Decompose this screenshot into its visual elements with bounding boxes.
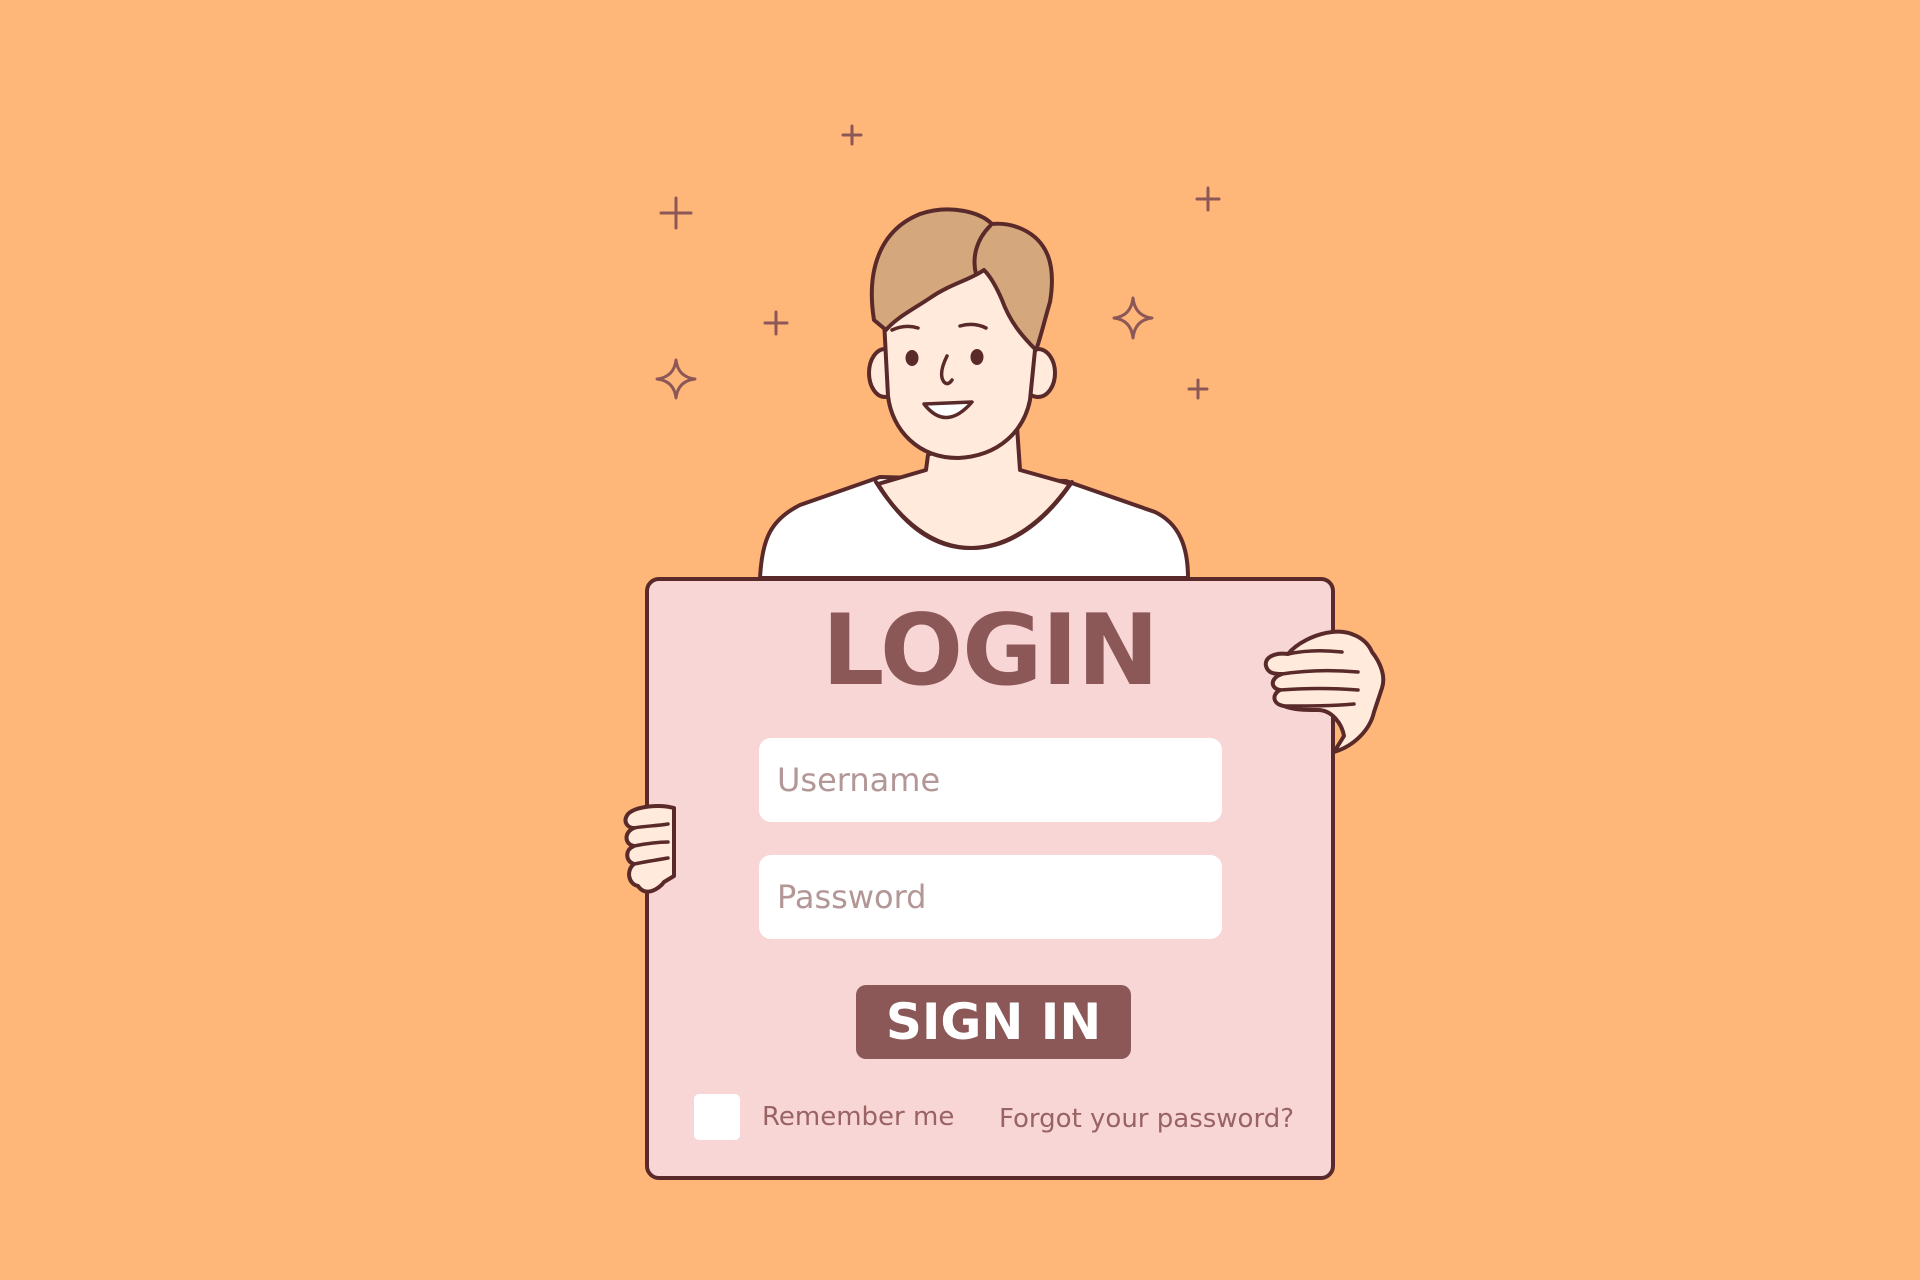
right-eye: [970, 349, 984, 365]
username-input[interactable]: [759, 738, 1222, 822]
left-hand: [623, 804, 676, 894]
remember-me-checkbox[interactable]: [694, 1094, 740, 1140]
sparkle-icon: [655, 358, 697, 400]
remember-me-label: Remember me: [762, 1102, 955, 1132]
login-title: LOGIN: [821, 594, 1159, 708]
login-card: LOGIN SIGN IN Remember me Forgot your pa…: [645, 577, 1335, 1180]
login-illustration-scene: LOGIN SIGN IN Remember me Forgot your pa…: [0, 0, 1920, 1280]
sparkle-icon: [1195, 186, 1221, 212]
sparkle-icon: [1112, 296, 1154, 340]
left-eye: [905, 350, 919, 366]
password-input[interactable]: [759, 855, 1222, 939]
sparkle-icon: [763, 310, 789, 336]
right-hand: [1263, 629, 1386, 754]
sparkle-icon: [1187, 378, 1209, 400]
sign-in-button[interactable]: SIGN IN: [856, 985, 1131, 1059]
sparkle-icon: [659, 196, 693, 230]
remember-me-row: Remember me: [694, 1094, 954, 1140]
sparkle-icon: [841, 124, 863, 146]
forgot-password-link[interactable]: Forgot your password?: [999, 1104, 1294, 1134]
